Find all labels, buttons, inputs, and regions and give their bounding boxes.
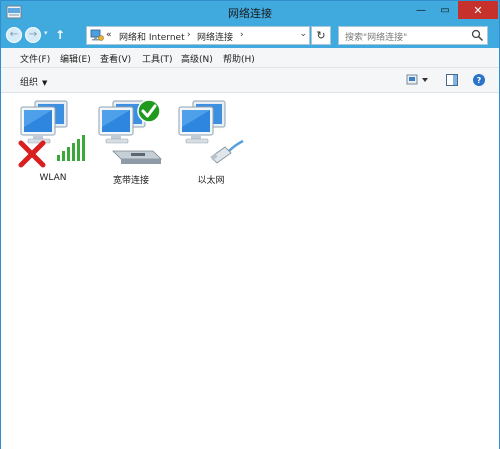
breadcrumb-separator-icon[interactable]: › xyxy=(240,30,244,40)
refresh-icon[interactable]: ↻ xyxy=(311,26,331,45)
command-bar: 组织 ▼ ? xyxy=(1,68,499,93)
modem-device-icon xyxy=(112,150,162,164)
connection-label: WLAN xyxy=(39,173,67,183)
address-bar[interactable]: « 网络和 Internet › 网络连接 › ⌄ xyxy=(86,26,310,45)
breadcrumb-separator-icon[interactable]: › xyxy=(187,30,191,40)
menu-advanced[interactable]: 高级(N) xyxy=(181,52,213,65)
connection-item-ethernet[interactable]: 以太网 xyxy=(171,97,251,187)
title-bar: 网络连接 — ▭ ✕ xyxy=(1,1,499,23)
maximize-button[interactable]: ▭ xyxy=(433,1,457,19)
address-dropdown-icon[interactable]: ⌄ xyxy=(299,29,307,39)
breadcrumb-network-connections[interactable]: 网络连接 xyxy=(197,30,233,43)
up-arrow-icon[interactable]: ↑ xyxy=(55,28,65,42)
address-row: ← → ▾ ↑ « 网络和 Internet › 网络连接 › ⌄ ↻ 搜索"网… xyxy=(1,23,499,48)
connection-label: 宽带连接 xyxy=(112,176,149,186)
change-view-icon[interactable] xyxy=(406,74,430,86)
breadcrumb-network-internet[interactable]: 网络和 Internet xyxy=(119,30,185,43)
broadband-modem-icon xyxy=(98,99,162,164)
menu-help[interactable]: 帮助(H) xyxy=(223,52,255,65)
connected-check-icon xyxy=(137,99,161,123)
wlan-adapter-icon xyxy=(18,100,85,168)
organize-button[interactable]: 组织 ▼ xyxy=(20,75,47,88)
recent-locations-dropdown[interactable]: ▾ xyxy=(44,29,48,37)
menu-tools[interactable]: 工具(T) xyxy=(142,52,173,65)
connection-item-wlan[interactable]: WLAN xyxy=(13,97,93,187)
back-arrow-icon[interactable]: ← xyxy=(6,27,22,43)
explorer-window: 网络连接 — ▭ ✕ ← → ▾ ↑ « 网络和 Internet › 网络连接… xyxy=(0,0,500,449)
connection-label: 以太网 xyxy=(197,176,225,186)
chevron-down-icon: ▼ xyxy=(42,79,48,87)
network-connections-icon xyxy=(90,29,104,41)
ethernet-adapter-icon xyxy=(178,100,244,164)
forward-arrow-icon[interactable]: → xyxy=(25,27,41,43)
organize-label: 组织 xyxy=(20,78,39,88)
menu-view[interactable]: 查看(V) xyxy=(100,52,131,65)
preview-pane-icon[interactable] xyxy=(446,74,458,86)
close-button[interactable]: ✕ xyxy=(458,1,498,19)
minimize-button[interactable]: — xyxy=(409,1,433,19)
connection-item-broadband[interactable]: 宽带连接 xyxy=(91,97,171,187)
ethernet-plug-icon xyxy=(210,139,244,164)
menu-edit[interactable]: 编辑(E) xyxy=(60,52,91,65)
disconnected-x-icon xyxy=(18,140,46,168)
signal-bars-icon xyxy=(57,135,85,161)
menu-bar: 文件(F) 编辑(E) 查看(V) 工具(T) 高级(N) 帮助(H) xyxy=(1,48,499,68)
search-input[interactable]: 搜索"网络连接" xyxy=(338,26,488,45)
search-placeholder: 搜索"网络连接" xyxy=(345,33,408,43)
search-icon[interactable] xyxy=(471,29,484,42)
connections-view: WLAN 宽带连接 以太网 xyxy=(1,93,499,449)
menu-file[interactable]: 文件(F) xyxy=(20,52,50,65)
address-overflow[interactable]: « xyxy=(106,30,112,40)
help-icon[interactable]: ? xyxy=(473,74,485,86)
